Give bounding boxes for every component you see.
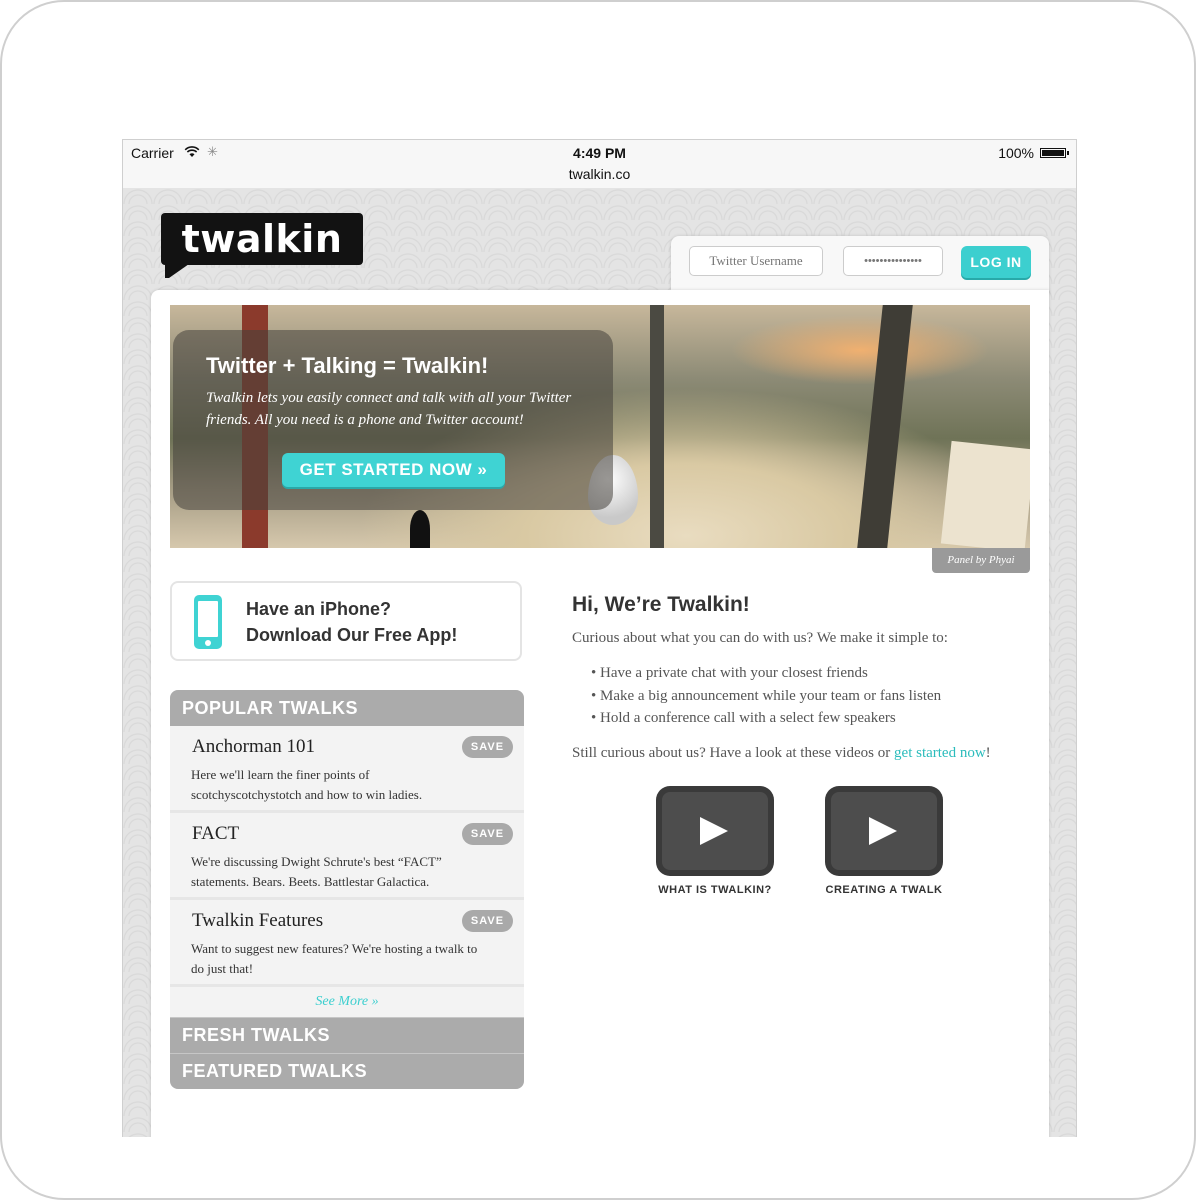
twalk-description: We're discussing Dwight Schrute's best “… <box>191 854 442 889</box>
hero-illustration-bird <box>410 510 430 548</box>
login-bar: ••••••••••••••• LOG IN <box>671 236 1049 294</box>
play-icon <box>700 817 728 845</box>
videos-prompt-suffix: ! <box>985 745 991 761</box>
twalk-title[interactable]: FACT <box>192 823 239 845</box>
feature-item: Make a big announcement while your team … <box>591 685 941 708</box>
twalk-item[interactable]: Twalkin Features Want to suggest new fea… <box>170 900 524 987</box>
logo-text: twalkin <box>181 217 343 261</box>
feature-list: Have a private chat with your closest fr… <box>591 662 941 730</box>
fresh-twalks-heading[interactable]: FRESH TWALKS <box>170 1017 524 1053</box>
intro-title: Hi, We’re Twalkin! <box>572 593 750 616</box>
status-time: 4:49 PM <box>573 145 626 161</box>
battery-percent: 100% <box>998 145 1034 161</box>
hero-illustration-glow <box>730 315 990 385</box>
video-label[interactable]: CREATING A TWALK <box>804 884 964 896</box>
hero-title: Twitter + Talking = Twalkin! <box>206 353 489 378</box>
device-screen: Carrier ✳ 4:49 PM twalkin.co 100% twalki… <box>122 139 1077 1137</box>
hero-illustration-tree <box>650 305 664 548</box>
featured-twalks-heading[interactable]: FEATURED TWALKS <box>170 1053 524 1089</box>
web-page: twalkin ••••••••••••••• LOG IN Twitter +… <box>123 188 1076 1137</box>
panel-credit: Panel by Phyai <box>932 548 1030 573</box>
hero-illustration-scroll <box>940 440 1030 548</box>
save-button[interactable]: SAVE <box>462 736 513 758</box>
twalk-title[interactable]: Twalkin Features <box>192 910 323 932</box>
twalkin-logo[interactable]: twalkin <box>161 213 363 278</box>
get-started-link[interactable]: get started now <box>894 745 986 761</box>
address-bar-url[interactable]: twalkin.co <box>123 166 1076 182</box>
twalk-title[interactable]: Anchorman 101 <box>192 736 315 758</box>
main-content: Twitter + Talking = Twalkin! Twalkin let… <box>151 290 1049 1137</box>
twalks-panel: POPULAR TWALKS Anchorman 101 Here we'll … <box>170 690 524 1089</box>
battery-icon <box>1040 148 1069 158</box>
hero-description: Twalkin lets you easily connect and talk… <box>206 390 572 428</box>
save-button[interactable]: SAVE <box>462 823 513 845</box>
password-input[interactable]: ••••••••••••••• <box>843 246 943 276</box>
twalk-description: Here we'll learn the finer points of sco… <box>191 767 423 802</box>
feature-item: Hold a conference call with a select few… <box>591 707 941 730</box>
twalk-item[interactable]: FACT We're discussing Dwight Schrute's b… <box>170 813 524 900</box>
hero-banner: Twitter + Talking = Twalkin! Twalkin let… <box>170 305 1030 548</box>
app-promo-line2: Download Our Free App! <box>246 625 458 645</box>
twalk-description: Want to suggest new features? We're host… <box>191 941 478 976</box>
see-more-link[interactable]: See More » <box>170 987 524 1017</box>
app-promo-line1: Have an iPhone? <box>246 599 392 619</box>
save-button[interactable]: SAVE <box>462 910 513 932</box>
twitter-username-input[interactable] <box>689 246 823 276</box>
iphone-app-promo[interactable]: Have an iPhone? Download Our Free App! <box>170 581 522 661</box>
feature-item: Have a private chat with your closest fr… <box>591 662 941 685</box>
video-label[interactable]: WHAT IS TWALKIN? <box>635 884 795 896</box>
get-started-button[interactable]: GET STARTED NOW » <box>282 453 505 487</box>
status-bar: Carrier ✳ 4:49 PM twalkin.co 100% <box>123 140 1076 189</box>
videos-prompt-text: Still curious about us? Have a look at t… <box>572 745 895 761</box>
twalk-item[interactable]: Anchorman 101 Here we'll learn the finer… <box>170 726 524 813</box>
videos-prompt: Still curious about us? Have a look at t… <box>572 745 991 762</box>
intro-text: Curious about what you can do with us? W… <box>572 630 948 646</box>
video-thumbnail-creating-a-twalk[interactable] <box>825 786 943 876</box>
popular-twalks-heading[interactable]: POPULAR TWALKS <box>170 690 524 726</box>
video-thumbnail-what-is-twalkin[interactable] <box>656 786 774 876</box>
login-button[interactable]: LOG IN <box>961 246 1031 278</box>
play-icon <box>869 817 897 845</box>
iphone-icon <box>194 595 222 649</box>
